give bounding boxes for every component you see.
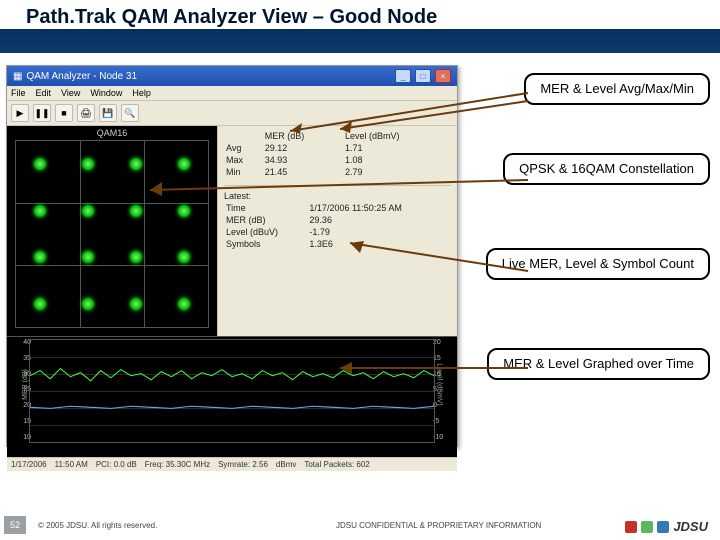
page-title: Path.Trak QAM Analyzer View – Good Node: [0, 6, 720, 29]
status-freq: Freq: 35.30C MHz: [145, 460, 210, 469]
stats-panel: MER (dB)Level (dBmV) Avg29.121.71 Max34.…: [217, 126, 457, 336]
menu-view[interactable]: View: [61, 88, 80, 98]
play-button[interactable]: ▶: [11, 104, 29, 122]
callout-live: Live MER, Level & Symbol Count: [486, 248, 710, 280]
ylabel-right: Level (dBmV): [435, 363, 442, 405]
constellation-plot[interactable]: QAM16: [7, 126, 217, 336]
constellation-label: QAM16: [97, 128, 128, 138]
zoom-button[interactable]: 🔍: [121, 104, 139, 122]
lvl-label: Level (dBuV): [224, 226, 307, 238]
window-title: QAM Analyzer - Node 31: [26, 71, 137, 82]
col-mer: MER (dB): [263, 130, 343, 142]
row-min: Min: [224, 166, 263, 178]
sym-label: Symbols: [224, 238, 307, 250]
lvl-val: -1.79: [307, 226, 451, 238]
header-band: [0, 29, 720, 53]
col-level: Level (dBmV): [343, 130, 451, 142]
status-symrate: Symrate: 2.56: [218, 460, 268, 469]
callout-mer-level-stats: MER & Level Avg/Max/Min: [524, 73, 710, 105]
time-graph[interactable]: 40353025201510 20151050-5-10 MER (dB) Le…: [7, 336, 457, 457]
status-pci: PCI: 0.0 dB: [96, 460, 137, 469]
jdsu-logo: JDSU: [625, 519, 708, 534]
status-packets: Total Packets: 602: [304, 460, 369, 469]
avg-level: 1.71: [343, 142, 451, 154]
row-avg: Avg: [224, 142, 263, 154]
callout-constellation: QPSK & 16QAM Constellation: [503, 153, 710, 185]
status-bar: 1/17/2006 11:50 AM PCI: 0.0 dB Freq: 35.…: [7, 457, 457, 471]
row-max: Max: [224, 154, 263, 166]
menu-help[interactable]: Help: [132, 88, 151, 98]
toolbar: ▶ ❚❚ ■ 🖨 💾 🔍: [7, 101, 457, 126]
min-level: 2.79: [343, 166, 451, 178]
time-val: 1/17/2006 11:50:25 AM: [307, 202, 451, 214]
status-dbmv: dBmv: [276, 460, 296, 469]
min-mer: 21.45: [263, 166, 343, 178]
maximize-button[interactable]: □: [415, 69, 431, 83]
status-time: 11:50 AM: [55, 460, 88, 469]
time-label: Time: [224, 202, 307, 214]
stop-button[interactable]: ■: [55, 104, 73, 122]
stats-table: MER (dB)Level (dBmV) Avg29.121.71 Max34.…: [224, 130, 451, 179]
menu-edit[interactable]: Edit: [36, 88, 52, 98]
logo-text: JDSU: [673, 519, 708, 534]
avg-mer: 29.12: [263, 142, 343, 154]
max-mer: 34.93: [263, 154, 343, 166]
save-button[interactable]: 💾: [99, 104, 117, 122]
close-button[interactable]: ×: [435, 69, 451, 83]
slide-footer: 52 © 2005 JDSU. All rights reserved. JDS…: [0, 510, 720, 540]
page-number: 52: [4, 516, 26, 534]
window-titlebar[interactable]: ▦ QAM Analyzer - Node 31 _ □ ×: [7, 66, 457, 86]
app-icon: ▦: [13, 71, 22, 82]
max-level: 1.08: [343, 154, 451, 166]
mer-val: 29.36: [307, 214, 451, 226]
print-button[interactable]: 🖨: [77, 104, 95, 122]
status-date: 1/17/2006: [11, 460, 47, 469]
copyright: © 2005 JDSU. All rights reserved.: [38, 521, 157, 530]
qam-analyzer-window: ▦ QAM Analyzer - Node 31 _ □ × File Edit…: [6, 65, 458, 447]
trace-svg: [30, 340, 434, 442]
ylabel-left: MER (dB): [22, 369, 29, 400]
pause-button[interactable]: ❚❚: [33, 104, 51, 122]
menu-file[interactable]: File: [11, 88, 26, 98]
minimize-button[interactable]: _: [395, 69, 411, 83]
callout-graph: MER & Level Graphed over Time: [487, 348, 710, 380]
menu-bar: File Edit View Window Help: [7, 86, 457, 101]
menu-window[interactable]: Window: [90, 88, 122, 98]
mer-label: MER (dB): [224, 214, 307, 226]
sym-val: 1.3E6: [307, 238, 451, 250]
latest-label: Latest:: [224, 190, 451, 202]
